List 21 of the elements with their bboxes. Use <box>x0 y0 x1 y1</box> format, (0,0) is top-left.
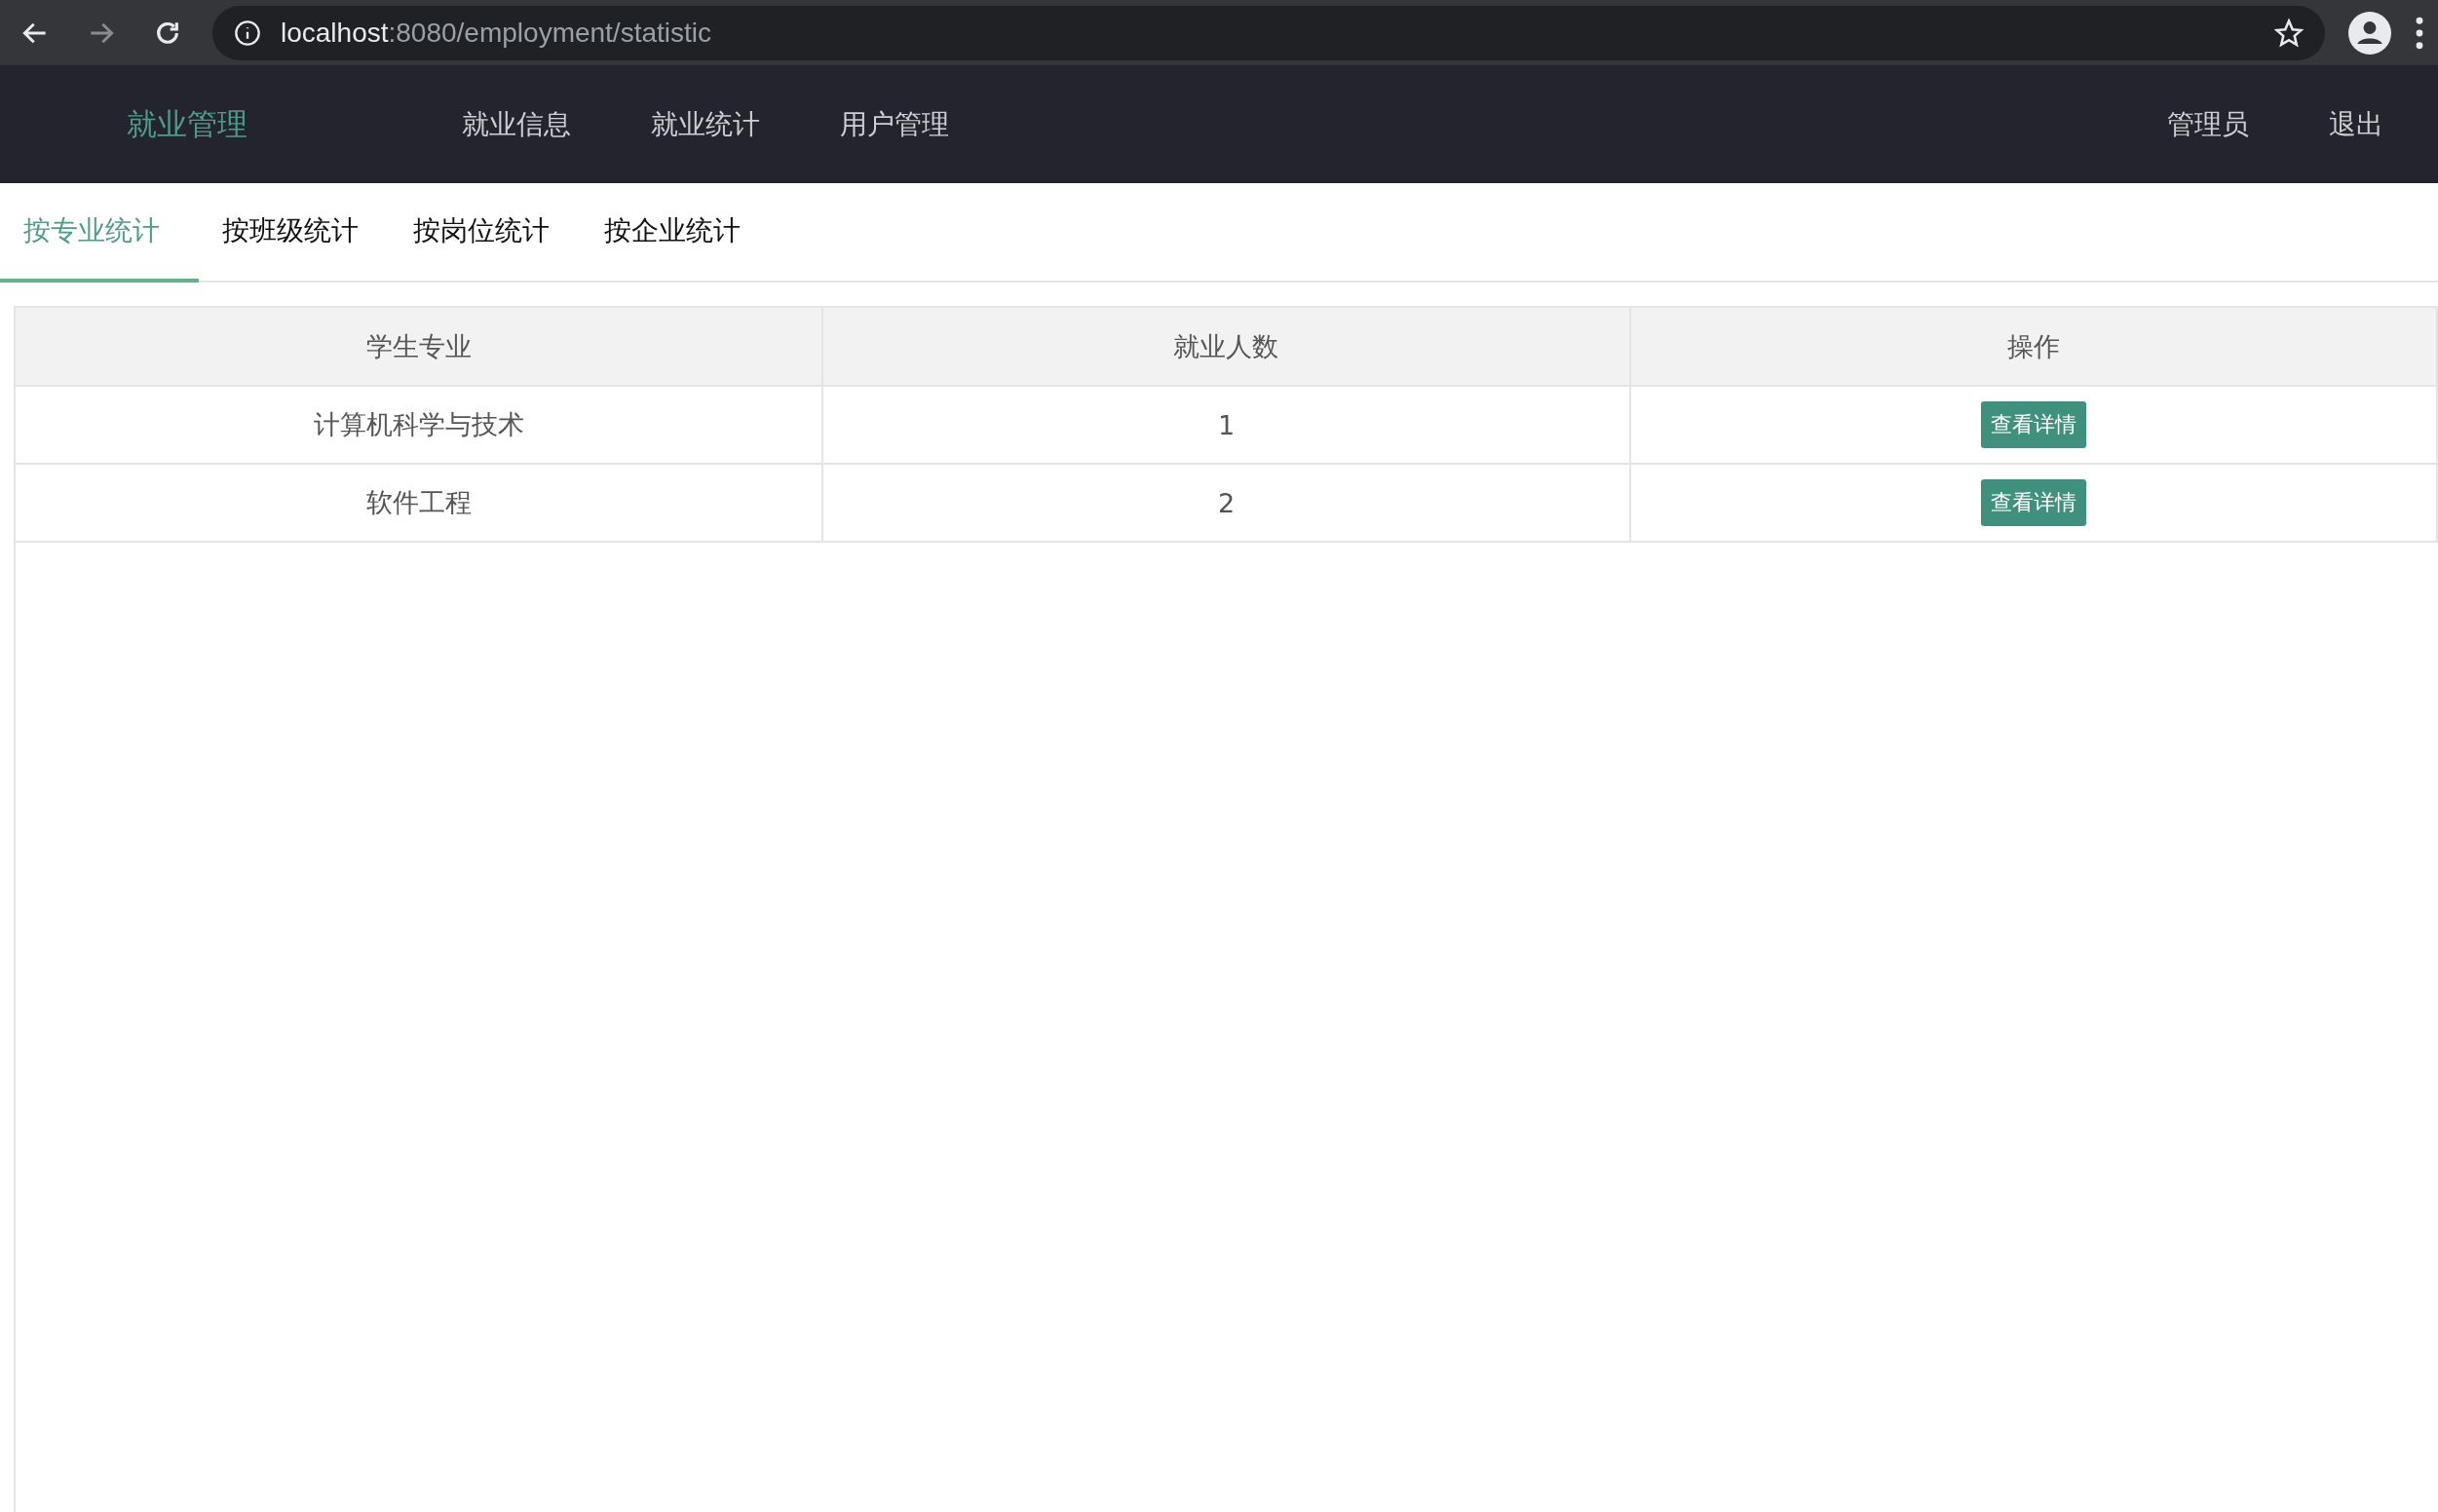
column-header: 就业人数 <box>822 307 1630 386</box>
table-cell: 1 <box>822 386 1630 464</box>
logout-link[interactable]: 退出 <box>2329 105 2383 143</box>
view-details-button[interactable]: 查看详情 <box>1980 479 2086 526</box>
address-bar[interactable]: localhost:8080/employment/statistic <box>212 5 2325 60</box>
column-header: 学生专业 <box>16 307 823 386</box>
nav-link[interactable]: 就业信息 <box>462 105 571 143</box>
brand-title: 就业管理 <box>127 104 248 143</box>
nav-link[interactable]: 用户管理 <box>840 105 949 143</box>
user-link[interactable]: 管理员 <box>2167 105 2249 143</box>
url-text: localhost:8080/employment/statistic <box>281 17 711 49</box>
profile-icon[interactable] <box>2348 11 2391 55</box>
star-icon[interactable] <box>2274 18 2304 48</box>
table-cell: 计算机科学与技术 <box>16 386 823 464</box>
menu-icon[interactable] <box>2415 16 2424 50</box>
nav-link[interactable]: 就业统计 <box>651 105 760 143</box>
table-cell: 2 <box>822 464 1630 542</box>
column-header: 操作 <box>1629 307 2437 386</box>
view-details-button[interactable]: 查看详情 <box>1980 401 2086 448</box>
table-cell: 软件工程 <box>16 464 823 542</box>
info-icon <box>234 19 261 47</box>
